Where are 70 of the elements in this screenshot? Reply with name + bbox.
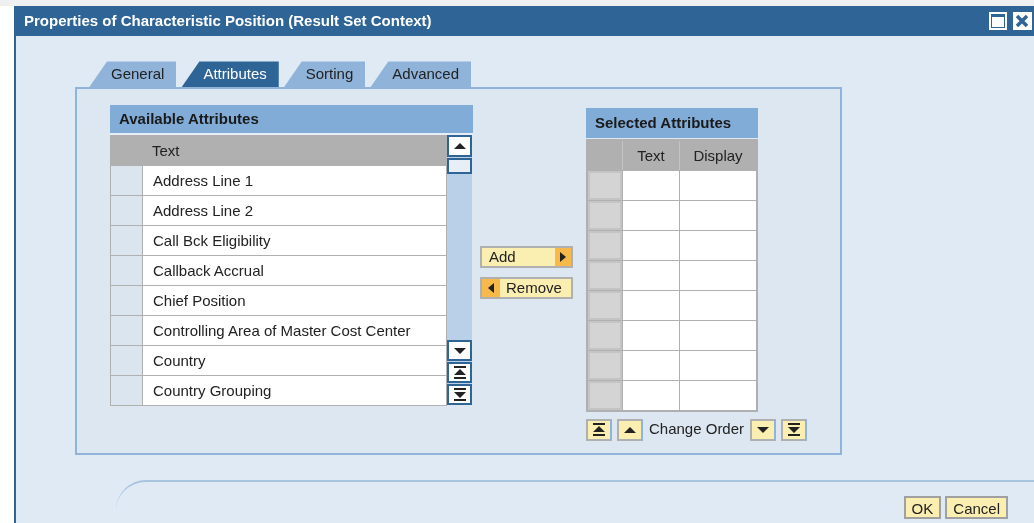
row-selector[interactable]: [588, 201, 622, 231]
tab[interactable]: Attributes: [181, 61, 279, 88]
table-cell[interactable]: [622, 201, 679, 231]
move-first-icon: [593, 423, 605, 437]
move-up-button[interactable]: [617, 418, 643, 441]
change-order-label: Change Order: [649, 419, 745, 440]
table-cell[interactable]: [679, 321, 756, 351]
row-selector[interactable]: [111, 346, 143, 376]
table-cell[interactable]: [622, 171, 679, 201]
row-selector[interactable]: [111, 376, 143, 406]
table-cell[interactable]: [622, 351, 679, 381]
remove-button[interactable]: Remove: [480, 277, 573, 300]
triangle-down-icon: [757, 426, 770, 433]
cancel-button[interactable]: Cancel: [945, 496, 1008, 519]
column-header: Display: [679, 141, 756, 171]
tab[interactable]: General: [89, 61, 177, 88]
move-last-icon: [788, 423, 801, 437]
row-selector[interactable]: [588, 321, 622, 351]
row-selector[interactable]: [111, 166, 143, 196]
scrollbar[interactable]: [447, 135, 472, 406]
table-title: Selected Attributes: [586, 108, 758, 139]
column-header: Text: [151, 141, 180, 162]
tab[interactable]: Advanced: [370, 61, 471, 88]
scroll-top-button[interactable]: [447, 362, 472, 384]
triangle-up-icon: [624, 426, 636, 433]
row-selector[interactable]: [588, 231, 622, 261]
row-selector[interactable]: [111, 226, 143, 256]
table-cell[interactable]: [679, 261, 756, 291]
ok-button[interactable]: OK: [903, 496, 942, 519]
close-icon[interactable]: [1012, 11, 1032, 32]
row-selector[interactable]: [588, 171, 622, 201]
table-cell[interactable]: [679, 231, 756, 261]
row-selector[interactable]: [588, 381, 622, 411]
table-cell[interactable]: [622, 321, 679, 351]
move-to-bottom-button[interactable]: [781, 418, 808, 441]
table-cell[interactable]: [679, 291, 756, 321]
row-selector[interactable]: [588, 351, 622, 381]
column-header: Text: [622, 141, 679, 171]
triangle-left-icon: [488, 283, 494, 294]
maximize-icon[interactable]: [988, 11, 1008, 32]
scroll-up-button[interactable]: [447, 135, 472, 158]
scroll-thumb[interactable]: [447, 158, 472, 175]
scroll-last-icon: [453, 388, 466, 402]
table-cell[interactable]: [679, 381, 756, 411]
table-cell[interactable]: Country: [143, 346, 206, 376]
row-selector[interactable]: [111, 316, 143, 346]
row-selector[interactable]: [111, 286, 143, 316]
scroll-first-icon: [453, 366, 466, 380]
add-button[interactable]: Add: [480, 246, 573, 269]
table-cell[interactable]: [622, 291, 679, 321]
table-cell[interactable]: [679, 201, 756, 231]
scroll-bottom-button[interactable]: [447, 384, 472, 406]
table-cell[interactable]: [679, 351, 756, 381]
table-cell[interactable]: [622, 261, 679, 291]
move-down-button[interactable]: [750, 418, 777, 441]
row-selector[interactable]: [588, 291, 622, 321]
row-selector[interactable]: [588, 261, 622, 291]
triangle-down-icon: [453, 347, 466, 354]
triangle-right-icon: [560, 252, 566, 263]
tab[interactable]: Sorting: [283, 61, 366, 88]
table-title: Available Attributes: [110, 105, 473, 136]
table-cell[interactable]: [622, 381, 679, 411]
row-selector[interactable]: [111, 196, 143, 226]
triangle-up-icon: [453, 143, 466, 150]
table-cell[interactable]: [622, 231, 679, 261]
table-cell[interactable]: [679, 171, 756, 201]
row-selector[interactable]: [111, 256, 143, 286]
scroll-down-button[interactable]: [447, 340, 472, 362]
move-to-top-button[interactable]: [586, 418, 612, 441]
window-title: Properties of Characteristic Position (Result Set Context): [24, 10, 433, 31]
